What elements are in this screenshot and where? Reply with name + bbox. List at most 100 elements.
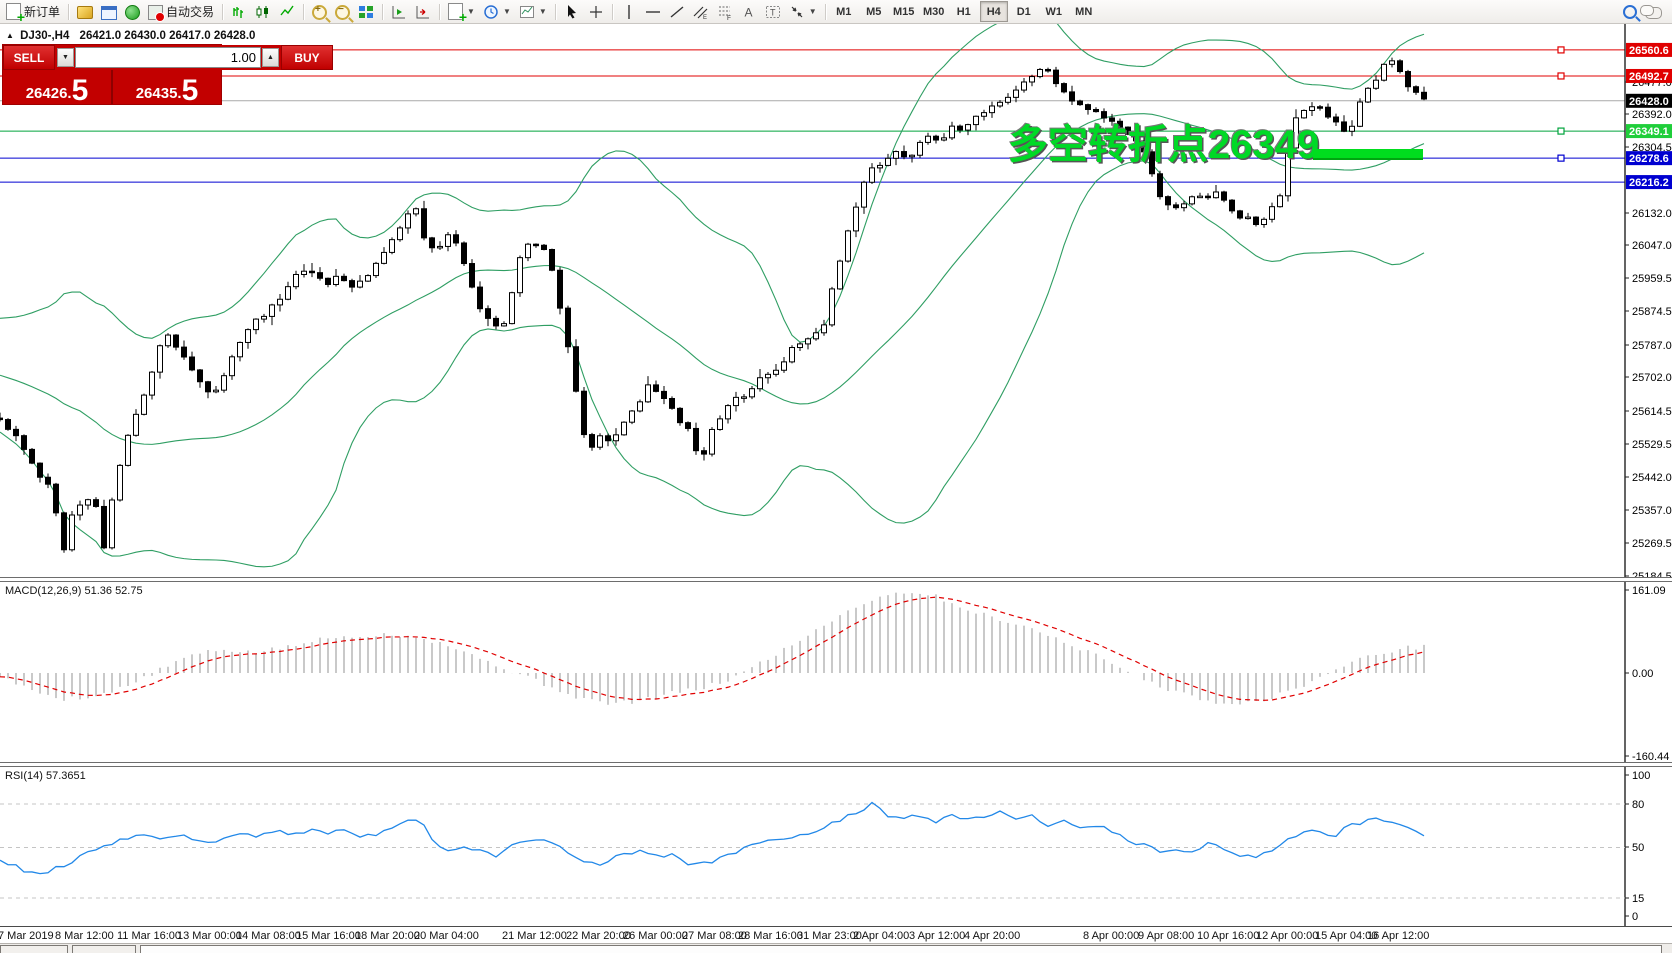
rsi-indicator-panel[interactable]: 1008050150 xyxy=(0,767,1672,926)
svg-text:50: 50 xyxy=(1632,842,1644,854)
collapse-arrow-icon[interactable]: ▲ xyxy=(6,31,14,40)
time-axis-label: 20 Mar 04:00 xyxy=(414,930,479,942)
bottom-tab-segment[interactable] xyxy=(72,945,136,953)
volume-increase-button[interactable]: ▲ xyxy=(262,48,279,67)
volume-decrease-button[interactable]: ▼ xyxy=(57,48,74,67)
zoom-out-icon: − xyxy=(335,5,350,20)
timeframe-d1[interactable]: D1 xyxy=(1010,1,1038,22)
volume-control: ▼ ▲ xyxy=(55,45,281,70)
new-chart-dropdown[interactable]: ▼ xyxy=(444,1,479,23)
horizontal-line-tool[interactable] xyxy=(641,1,665,23)
templates-dropdown[interactable]: ▼ xyxy=(515,1,551,23)
auto-scroll-icon xyxy=(391,4,407,20)
text-label-tool[interactable]: T xyxy=(761,1,785,23)
autotrading-button[interactable]: 自动交易 xyxy=(144,1,218,23)
timeframe-w1[interactable]: W1 xyxy=(1040,1,1068,22)
one-click-trading-panel: SELL ▼ ▲ BUY 26426. 5 26435. 5 xyxy=(3,45,221,104)
time-axis-label: 11 Mar 16:00 xyxy=(117,930,181,942)
periods-dropdown[interactable]: ▼ xyxy=(479,1,515,23)
terminal-window-button[interactable] xyxy=(97,1,121,23)
svg-text:26278.6: 26278.6 xyxy=(1629,153,1669,165)
market-watch-button[interactable] xyxy=(73,1,97,23)
crosshair-button[interactable] xyxy=(584,1,608,23)
time-axis[interactable]: 7 Mar 20198 Mar 12:0011 Mar 16:0013 Mar … xyxy=(0,926,1672,943)
toolbar-separator xyxy=(303,4,304,20)
chat-button[interactable] xyxy=(1641,1,1666,23)
svg-text:80: 80 xyxy=(1632,799,1644,811)
chart-shift-button[interactable] xyxy=(411,1,435,23)
toolbar-separator xyxy=(612,4,613,20)
macd-indicator-panel[interactable]: 161.090.00-160.44 xyxy=(0,582,1672,764)
svg-text:E: E xyxy=(703,15,707,20)
equidistant-channel-icon: E xyxy=(693,4,709,20)
arrows-dropdown[interactable]: ▼ xyxy=(785,1,821,23)
ohlc-values: 26421.0 26430.0 26417.0 26428.0 xyxy=(80,30,256,42)
volume-input[interactable] xyxy=(75,47,261,68)
svg-text:26428.0: 26428.0 xyxy=(1629,96,1669,108)
new-order-icon xyxy=(6,3,21,20)
cursor-button[interactable] xyxy=(560,1,584,23)
timeframe-h1[interactable]: H1 xyxy=(950,1,978,22)
timeframe-m1[interactable]: M1 xyxy=(830,1,858,22)
toolbar-separator xyxy=(825,4,826,20)
autotrading-label: 自动交易 xyxy=(166,3,214,20)
trendline-tool[interactable] xyxy=(665,1,689,23)
rsi-label: RSI(14) 57.3651 xyxy=(5,770,86,782)
chart-title: ▲ DJ30-,H4 26421.0 26430.0 26417.0 26428… xyxy=(6,30,255,42)
buy-price-display[interactable]: 26435. 5 xyxy=(113,70,221,104)
channel-tool[interactable]: E xyxy=(689,1,713,23)
time-axis-label: 9 Apr 08:00 xyxy=(1138,930,1194,942)
sell-button[interactable]: SELL xyxy=(3,45,55,70)
rsi-value: 57.3651 xyxy=(46,770,86,782)
bottom-tab-segment[interactable] xyxy=(0,945,68,953)
timeframe-m30[interactable]: M30 xyxy=(920,1,948,22)
main-price-chart[interactable]: 26477.026392.026304.526132.026047.025959… xyxy=(0,24,1672,577)
bar-chart-button[interactable] xyxy=(227,1,251,23)
svg-text:0.00: 0.00 xyxy=(1632,668,1653,680)
fibonacci-tool[interactable]: F xyxy=(713,1,737,23)
signals-button[interactable] xyxy=(121,1,144,23)
new-chart-icon xyxy=(448,3,463,20)
toolbar-separator xyxy=(555,4,556,20)
time-axis-label: 22 Mar 20:00 xyxy=(566,930,631,942)
thick-green-trendline-object[interactable] xyxy=(1313,149,1423,160)
buy-button[interactable]: BUY xyxy=(281,45,333,70)
signals-icon xyxy=(125,5,140,20)
text-label-icon: T xyxy=(765,4,781,20)
market-watch-icon xyxy=(77,6,93,19)
dropdown-caret-icon: ▼ xyxy=(809,7,817,16)
arrows-tool-icon xyxy=(789,4,805,20)
search-button[interactable] xyxy=(1619,1,1641,23)
sell-price-display[interactable]: 26426. 5 xyxy=(3,70,113,104)
timeframe-m5[interactable]: M5 xyxy=(860,1,888,22)
zoom-in-button[interactable]: + xyxy=(308,1,331,23)
trendline-icon xyxy=(669,4,685,20)
svg-text:25614.5: 25614.5 xyxy=(1632,406,1672,418)
line-chart-button[interactable] xyxy=(275,1,299,23)
panel-separator[interactable] xyxy=(0,577,1672,582)
tile-windows-button[interactable] xyxy=(354,1,378,23)
text-tool-icon: A xyxy=(741,4,757,20)
auto-scroll-button[interactable] xyxy=(387,1,411,23)
chart-text-annotation[interactable]: 多空转折点26349 xyxy=(1008,112,1319,170)
timeframe-mn[interactable]: MN xyxy=(1070,1,1098,22)
timeframe-m15[interactable]: M15 xyxy=(890,1,918,22)
candlestick-button[interactable] xyxy=(251,1,275,23)
toolbar-separator xyxy=(439,4,440,20)
svg-text:161.09: 161.09 xyxy=(1632,585,1666,597)
text-tool[interactable]: A xyxy=(737,1,761,23)
timeframe-h4[interactable]: H4 xyxy=(980,1,1008,22)
time-axis-label: 7 Mar 2019 xyxy=(0,930,54,942)
search-icon xyxy=(1623,5,1637,19)
bottom-scrollbar[interactable] xyxy=(140,945,1662,953)
panel-separator[interactable] xyxy=(0,762,1672,767)
template-chart-icon xyxy=(519,4,535,20)
cursor-icon xyxy=(564,4,580,20)
sell-price-pips: 5 xyxy=(72,78,89,104)
zoom-out-button[interactable]: − xyxy=(331,1,354,23)
new-order-button[interactable]: 新订单 xyxy=(2,1,64,23)
time-axis-label: 18 Mar 20:00 xyxy=(355,930,420,942)
svg-text:T: T xyxy=(770,7,776,17)
vertical-line-tool[interactable] xyxy=(617,1,641,23)
svg-text:25959.5: 25959.5 xyxy=(1632,273,1672,285)
